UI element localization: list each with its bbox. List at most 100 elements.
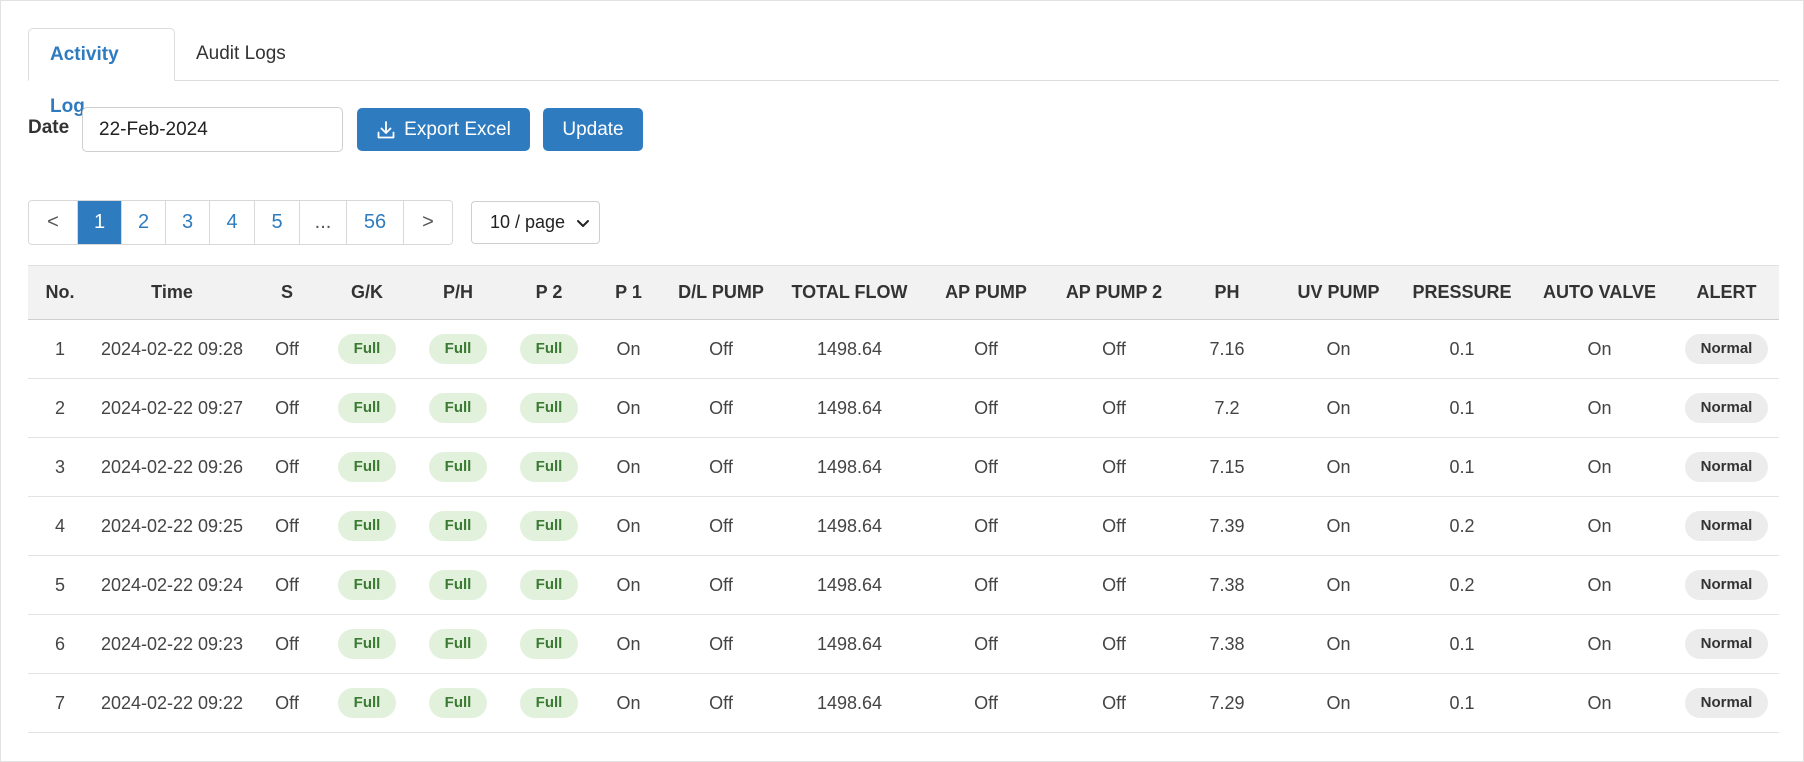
cell-gk: Full [322, 378, 412, 438]
cell-dl-pump: Off [663, 378, 779, 438]
table-row: 4 2024-02-22 09:25 Off Full Full Full On Off 149… [28, 496, 1779, 556]
export-excel-button[interactable]: Export Excel [357, 108, 530, 151]
column-header-auto-valve: AUTO VALVE [1525, 265, 1674, 320]
cell-total-flow: 1498.64 [779, 555, 920, 615]
cell-ap-pump-2: Off [1052, 378, 1176, 438]
pagination-page-4[interactable]: 4 [210, 201, 255, 244]
cell-ph: 7.29 [1176, 673, 1278, 733]
cell-ap-pump-2: Off [1052, 555, 1176, 615]
cell-ph: 7.39 [1176, 496, 1278, 556]
column-header-gk: G/K [322, 265, 412, 320]
cell-gk: Full [322, 673, 412, 733]
alert-badge: Normal [1684, 452, 1769, 482]
cell-ph: 7.2 [1176, 378, 1278, 438]
update-button[interactable]: Update [543, 108, 643, 151]
cell-uv-pump: On [1278, 555, 1399, 615]
cell-ph-level: Full [412, 378, 504, 438]
level-badge: Full [337, 452, 397, 482]
pagination-ellipsis[interactable]: ... [300, 201, 347, 244]
alert-badge: Normal [1684, 570, 1769, 600]
cell-ap-pump-2: Off [1052, 496, 1176, 556]
column-header-dl-pump: D/L PUMP [663, 265, 779, 320]
cell-dl-pump: Off [663, 673, 779, 733]
pagination-next-button[interactable]: > [404, 201, 452, 244]
column-header-pressure: PRESSURE [1399, 265, 1525, 320]
cell-ph: 7.38 [1176, 555, 1278, 615]
table-header-row: No. Time S G/K P/H P 2P 1 D/L PUMP TOTAL FLOW AP… [28, 265, 1779, 320]
pagination-page-1[interactable]: 1 [78, 201, 122, 244]
cell-total-flow: 1498.64 [779, 437, 920, 497]
activity-table: No. Time S G/K P/H P 2P 1 D/L PUMP TOTAL FLOW AP… [28, 265, 1779, 733]
activity-log-panel: Activity Log Audit Logs Date Export Exce… [0, 0, 1804, 762]
level-badge: Full [428, 452, 488, 482]
cell-auto-valve: On [1525, 496, 1674, 556]
cell-p2: Full [504, 319, 594, 379]
page-size-select[interactable]: 10 / page [471, 201, 600, 244]
column-header-no: No. [28, 265, 92, 320]
activity-table-container: No. Time S G/K P/H P 2P 1 D/L PUMP TOTAL FLOW AP… [28, 265, 1779, 733]
cell-pressure: 0.1 [1399, 378, 1525, 438]
cell-pressure: 0.2 [1399, 496, 1525, 556]
column-header-time: Time [92, 265, 252, 320]
pagination-page-3[interactable]: 3 [166, 201, 210, 244]
date-input[interactable] [82, 107, 343, 152]
level-badge: Full [519, 511, 579, 541]
cell-ph-level: Full [412, 673, 504, 733]
level-badge: Full [519, 688, 579, 718]
alert-badge: Normal [1684, 334, 1769, 364]
pagination-page-56[interactable]: 56 [347, 201, 404, 244]
cell-ph-level: Full [412, 614, 504, 674]
pagination-page-5[interactable]: 5 [255, 201, 300, 244]
cell-p2: Full [504, 496, 594, 556]
cell-alert: Normal [1674, 614, 1779, 674]
cell-dl-pump: Off [663, 614, 779, 674]
cell-pressure: 0.1 [1399, 437, 1525, 497]
cell-ph: 7.38 [1176, 614, 1278, 674]
cell-ap-pump: Off [920, 437, 1052, 497]
cell-p1: On [594, 555, 663, 615]
table-row: 6 2024-02-22 09:23 Off Full Full Full On Off 149… [28, 614, 1779, 674]
cell-p1: On [594, 437, 663, 497]
cell-ap-pump-2: Off [1052, 673, 1176, 733]
pagination-prev-button[interactable]: < [29, 201, 78, 244]
cell-p2: Full [504, 378, 594, 438]
level-badge: Full [337, 570, 397, 600]
cell-s: Off [252, 555, 322, 615]
alert-badge: Normal [1684, 511, 1769, 541]
update-label: Update [562, 118, 624, 140]
column-header-uv-pump: UV PUMP [1278, 265, 1399, 320]
column-header-s: S [252, 265, 322, 320]
tab-audit-logs[interactable]: Audit Logs [175, 28, 307, 80]
cell-gk: Full [322, 614, 412, 674]
cell-time: 2024-02-22 09:23 [92, 614, 252, 674]
level-badge: Full [337, 393, 397, 423]
cell-p2: Full [504, 614, 594, 674]
cell-uv-pump: On [1278, 496, 1399, 556]
table-row: 1 2024-02-22 09:28 Off Full Full Full On Off 149… [28, 319, 1779, 379]
cell-alert: Normal [1674, 437, 1779, 497]
pagination-page-2[interactable]: 2 [122, 201, 166, 244]
cell-ph-level: Full [412, 437, 504, 497]
level-badge: Full [428, 570, 488, 600]
cell-ap-pump: Off [920, 673, 1052, 733]
alert-badge: Normal [1684, 393, 1769, 423]
table-row: 2 2024-02-22 09:27 Off Full Full Full On Off 149… [28, 378, 1779, 438]
cell-no: 4 [28, 496, 92, 556]
cell-p2: Full [504, 673, 594, 733]
cell-time: 2024-02-22 09:26 [92, 437, 252, 497]
cell-s: Off [252, 496, 322, 556]
cell-uv-pump: On [1278, 673, 1399, 733]
cell-gk: Full [322, 319, 412, 379]
cell-time: 2024-02-22 09:28 [92, 319, 252, 379]
cell-alert: Normal [1674, 319, 1779, 379]
cell-time: 2024-02-22 09:27 [92, 378, 252, 438]
cell-auto-valve: On [1525, 673, 1674, 733]
cell-uv-pump: On [1278, 614, 1399, 674]
cell-no: 6 [28, 614, 92, 674]
cell-ap-pump: Off [920, 555, 1052, 615]
column-header-ph-level: P/H [412, 265, 504, 320]
cell-ap-pump: Off [920, 319, 1052, 379]
cell-total-flow: 1498.64 [779, 319, 920, 379]
cell-gk: Full [322, 496, 412, 556]
tab-activity-log[interactable]: Activity Log [28, 28, 175, 117]
